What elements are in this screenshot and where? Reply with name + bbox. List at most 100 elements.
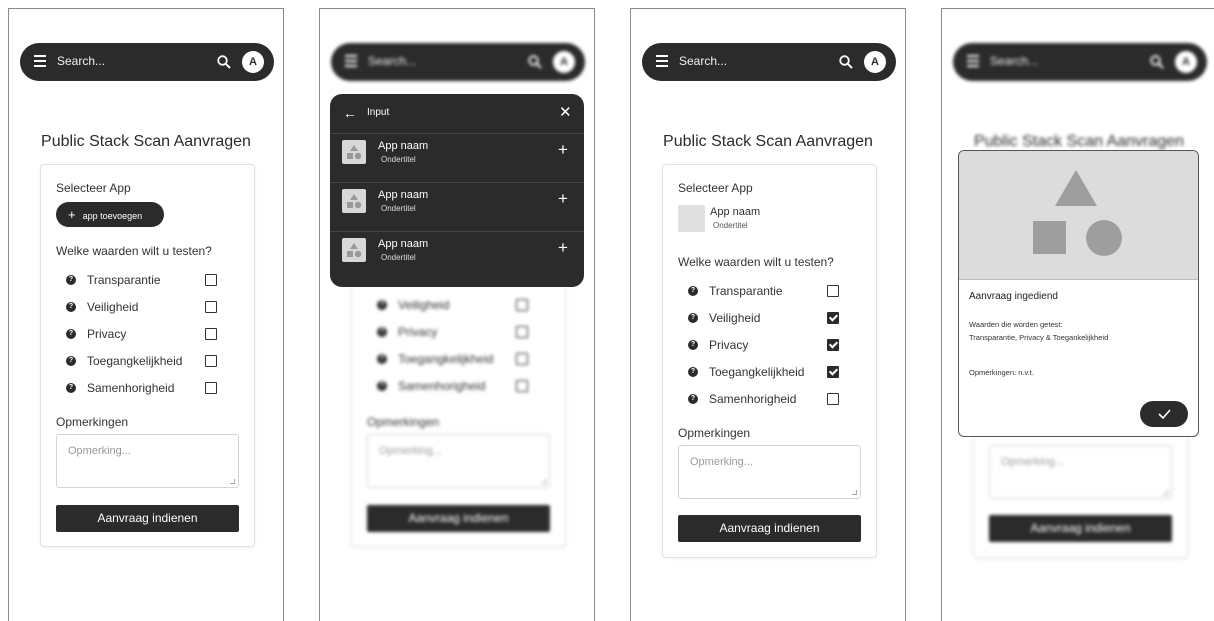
help-icon[interactable]: ? [688, 394, 698, 404]
checkbox[interactable] [205, 355, 217, 367]
avatar[interactable]: A [242, 51, 264, 73]
value-option-label: Toegangkelijkheid [709, 365, 805, 379]
remarks-field[interactable]: Opmerking... [56, 434, 239, 488]
search-bar[interactable]: Search... A [642, 43, 896, 81]
app-thumbnail [342, 238, 366, 262]
help-icon[interactable]: ? [688, 286, 698, 296]
remarks-label: Opmerkingen [56, 415, 129, 429]
app-name: App naam [378, 140, 429, 152]
checkbox[interactable] [205, 301, 217, 313]
checkbox[interactable] [516, 353, 528, 365]
help-icon[interactable]: ? [66, 383, 76, 393]
value-option-label: Transparantie [709, 284, 783, 298]
back-arrow-icon[interactable]: ← [343, 105, 357, 121]
selected-app-name[interactable]: App naam [710, 206, 760, 218]
value-option-label: Toegangkelijkheid [398, 352, 494, 366]
remarks-summary: Opmerkingen: n.v.t. [969, 368, 1034, 377]
submit-button: Aanvraag indienen [989, 515, 1172, 542]
help-icon[interactable]: ? [688, 313, 698, 323]
help-icon[interactable]: ? [377, 354, 387, 364]
add-app-button[interactable]: + app toevoegen [56, 202, 164, 227]
avatar[interactable]: A [864, 51, 886, 73]
checkbox[interactable] [205, 382, 217, 394]
screen-app-picker: Search... A ? Veiligheid ? Privacy? Toegangk… [319, 8, 595, 621]
submit-button: Aanvraag indienen [367, 505, 550, 532]
value-option[interactable]: ? Veiligheid [66, 300, 226, 316]
value-option-label: Veiligheid [398, 298, 450, 312]
selected-app-subtitle: Ondertitel [713, 221, 748, 230]
menu-icon[interactable] [34, 55, 46, 69]
confirm-button[interactable] [1140, 401, 1188, 427]
checkbox[interactable] [827, 393, 839, 405]
add-icon[interactable]: + [558, 238, 568, 258]
value-option[interactable]: ? Veiligheid [377, 298, 537, 314]
help-icon[interactable]: ? [377, 327, 387, 337]
app-search-input[interactable]: Input [367, 107, 389, 118]
checkbox[interactable] [516, 380, 528, 392]
submit-button[interactable]: Aanvraag indienen [678, 515, 861, 542]
help-icon[interactable]: ? [66, 302, 76, 312]
value-option[interactable]: ? Transparantie [688, 284, 848, 300]
menu-icon [345, 55, 357, 69]
app-subtitle: Ondertitel [381, 204, 416, 213]
help-icon[interactable]: ? [66, 275, 76, 285]
search-bar[interactable]: Search... A [20, 43, 274, 81]
search-icon [1150, 55, 1164, 69]
value-option[interactable]: ? Samenhorigheid [688, 392, 848, 408]
app-result-item[interactable]: App naam Ondertitel + [330, 133, 584, 177]
checkbox[interactable] [205, 274, 217, 286]
app-result-item[interactable]: App naam Ondertitel + [330, 231, 584, 275]
search-icon[interactable] [216, 54, 232, 70]
search-input: Search... [990, 54, 1039, 68]
help-icon[interactable]: ? [66, 356, 76, 366]
value-option-label: Samenhorigheid [87, 381, 175, 395]
search-bar: Search... A [331, 43, 585, 81]
value-option[interactable]: ? Transparantie [66, 273, 226, 289]
submit-button[interactable]: Aanvraag indienen [56, 505, 239, 532]
tested-values: Transparantie, Privacy & Toegankelijkhei… [969, 333, 1109, 342]
app-result-item[interactable]: App naam Ondertitel + [330, 182, 584, 226]
search-icon[interactable] [838, 54, 854, 70]
add-icon[interactable]: + [558, 140, 568, 160]
value-option-label: Transparantie [87, 273, 161, 287]
add-icon[interactable]: + [558, 189, 568, 209]
value-option[interactable]: ? Privacy [66, 327, 226, 343]
value-option[interactable]: ? Samenhorigheid [66, 381, 226, 397]
search-input[interactable]: Search... [57, 54, 105, 68]
page-title: Public Stack Scan Aanvragen [41, 133, 251, 150]
shapes-icon [1033, 170, 1122, 256]
value-option-label: Veiligheid [709, 311, 761, 325]
value-option[interactable]: ? Toegangkelijkheid [688, 365, 848, 381]
remarks-label: Opmerkingen [367, 415, 440, 429]
app-name: App naam [378, 189, 429, 201]
help-icon[interactable]: ? [688, 340, 698, 350]
remarks-field[interactable]: Opmerking... [678, 445, 861, 499]
value-option[interactable]: ? Samenhorigheid [377, 379, 537, 395]
remarks-field: Opmerking... [367, 434, 550, 488]
value-option[interactable]: ? Veiligheid [688, 311, 848, 327]
checkbox[interactable] [827, 312, 839, 324]
checkbox[interactable] [827, 339, 839, 351]
checkbox[interactable] [516, 299, 528, 311]
help-icon[interactable]: ? [66, 329, 76, 339]
image-placeholder [959, 151, 1198, 280]
checkbox[interactable] [516, 326, 528, 338]
value-option[interactable]: ? Toegangkelijkheid [377, 352, 537, 368]
remarks-field: Opmerking... [989, 445, 1172, 499]
menu-icon [967, 55, 979, 69]
value-option[interactable]: ? Toegangkelijkheid [66, 354, 226, 370]
app-thumbnail [342, 189, 366, 213]
checkbox[interactable] [827, 366, 839, 378]
close-icon[interactable]: ✕ [559, 103, 572, 121]
menu-icon[interactable] [656, 55, 668, 69]
value-option[interactable]: ? Privacy [688, 338, 848, 354]
help-icon[interactable]: ? [377, 300, 387, 310]
page-title: Public Stack Scan Aanvragen [663, 133, 873, 150]
value-option-label: Veiligheid [87, 300, 139, 314]
value-option[interactable]: ? Privacy [377, 325, 537, 341]
search-input[interactable]: Search... [679, 54, 727, 68]
checkbox[interactable] [205, 328, 217, 340]
help-icon[interactable]: ? [377, 381, 387, 391]
help-icon[interactable]: ? [688, 367, 698, 377]
checkbox[interactable] [827, 285, 839, 297]
